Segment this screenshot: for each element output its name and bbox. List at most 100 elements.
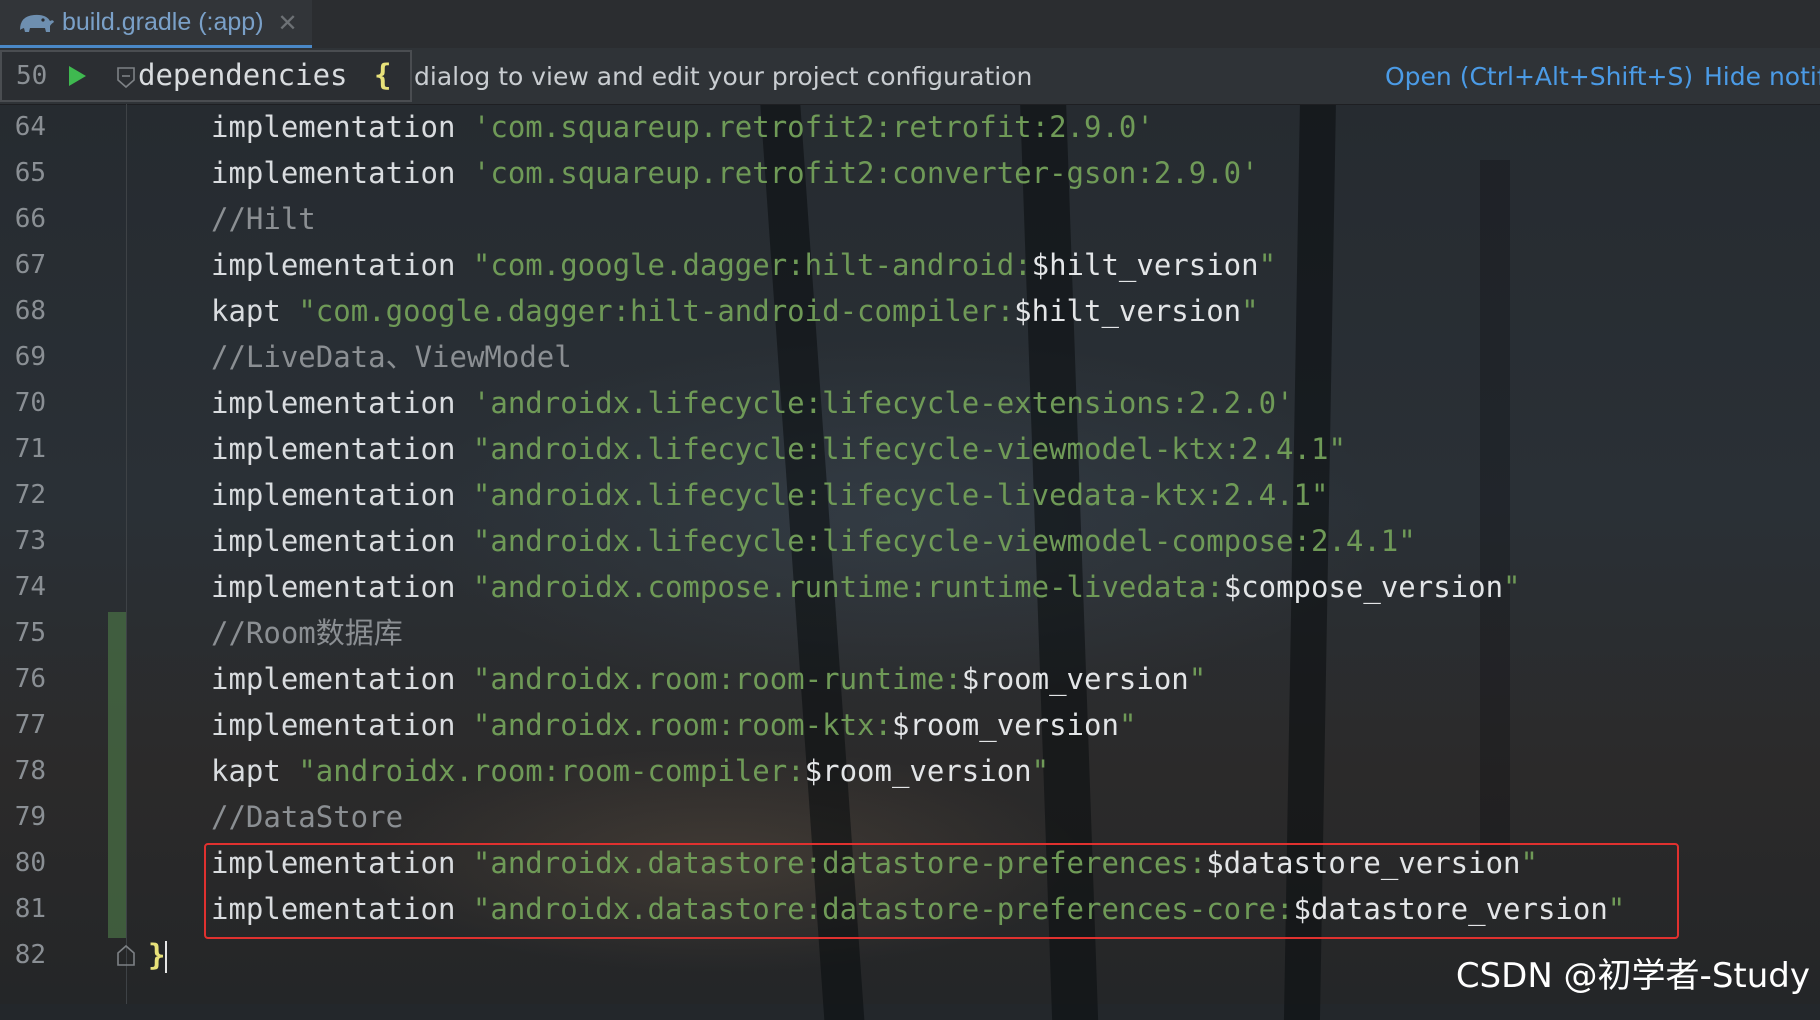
- version-variable: $hilt_version: [1014, 294, 1242, 328]
- hide-notification-link[interactable]: Hide notif: [1704, 62, 1820, 91]
- dependency-keyword: kapt: [211, 294, 281, 328]
- code-text: kapt "androidx.room:room-compiler:$room_…: [211, 748, 1049, 794]
- code-line[interactable]: 64 implementation 'com.squareup.retrofit2…: [0, 104, 1820, 150]
- code-line[interactable]: 75 //Room数据库: [0, 610, 1820, 656]
- line-number: 66: [14, 204, 46, 234]
- version-variable: $room_version: [961, 662, 1189, 696]
- quote-open: ': [472, 386, 491, 420]
- dependency-string: androidx.room:room-ktx:: [490, 708, 892, 742]
- quote-close: ": [1241, 294, 1259, 328]
- code-line[interactable]: 72 implementation "androidx.lifecycle:lif…: [0, 472, 1820, 518]
- quote-close: ": [1258, 248, 1277, 282]
- code-line[interactable]: 68 kapt "com.google.dagger:hilt-android-c…: [0, 288, 1820, 334]
- dependency-string: androidx.lifecycle:lifecycle-viewmodel-k…: [490, 432, 1329, 466]
- line-number: 68: [14, 296, 46, 326]
- code-line[interactable]: 76 implementation "androidx.room:room-run…: [0, 656, 1820, 702]
- fold-marker-icon[interactable]: [116, 66, 136, 90]
- line-number: 78: [14, 756, 46, 786]
- code-text: //Room数据库: [211, 610, 403, 656]
- line-number: 67: [14, 250, 46, 280]
- close-brace: }: [148, 938, 166, 972]
- dependency-string: androidx.room:room-runtime:: [490, 662, 962, 696]
- code-comment: //Hilt: [211, 202, 316, 236]
- code-comment: //Room数据库: [211, 616, 403, 650]
- code-text: //Hilt: [211, 196, 316, 242]
- dependency-string: com.google.dagger:hilt-android:: [490, 248, 1032, 282]
- line-number: 74: [14, 572, 46, 602]
- open-project-structure-link[interactable]: Open (Ctrl+Alt+Shift+S): [1385, 62, 1693, 91]
- code-line[interactable]: 74 implementation "androidx.compose.runti…: [0, 564, 1820, 610]
- tab-build-gradle-app[interactable]: build.gradle (:app) ✕: [0, 0, 312, 48]
- code-line[interactable]: 73 implementation "androidx.lifecycle:lif…: [0, 518, 1820, 564]
- code-line[interactable]: 70 implementation 'androidx.lifecycle:lif…: [0, 380, 1820, 426]
- quote-close: ': [1241, 156, 1259, 190]
- code-text: implementation 'com.squareup.retrofit2:c…: [211, 150, 1259, 196]
- line-number: 79: [14, 802, 46, 832]
- line-number: 81: [14, 894, 46, 924]
- code-line[interactable]: 69 //LiveData、ViewModel: [0, 334, 1820, 380]
- code-text: //LiveData、ViewModel: [211, 334, 572, 380]
- dependency-string: androidx.lifecycle:lifecycle-extensions:…: [490, 386, 1277, 420]
- code-line[interactable]: 71 implementation "androidx.lifecycle:lif…: [0, 426, 1820, 472]
- code-text: }: [148, 932, 168, 978]
- line-number: 72: [14, 480, 46, 510]
- quote-open: ": [298, 294, 316, 328]
- code-line[interactable]: 67 implementation " com.google.dagger:hilt…: [0, 242, 1820, 288]
- version-variable: $hilt_version: [1031, 248, 1259, 282]
- close-icon[interactable]: ✕: [278, 9, 298, 37]
- quote-open: ': [472, 156, 491, 190]
- dependency-string: androidx.lifecycle:lifecycle-livedata-kt…: [490, 478, 1311, 512]
- quote-open: ': [472, 110, 491, 144]
- code-line[interactable]: 78 kapt "androidx.room:room-compiler:$roo…: [0, 748, 1820, 794]
- code-line[interactable]: 77 implementation "androidx.room:room-ktx…: [0, 702, 1820, 748]
- csdn-watermark: CSDN @初学者-Study: [1455, 956, 1810, 996]
- code-text: //DataStore: [211, 794, 403, 840]
- line-number: 75: [14, 618, 46, 648]
- line-number: 64: [14, 112, 46, 142]
- line-number: 77: [14, 710, 46, 740]
- line-number: 73: [14, 526, 46, 556]
- dependency-keyword: implementation: [211, 478, 456, 512]
- dependency-keyword: implementation: [211, 386, 456, 420]
- quote-close: ': [1276, 386, 1294, 420]
- editor-tab-bar: build.gradle (:app) ✕: [0, 0, 1820, 49]
- quote-close: ": [1188, 662, 1207, 696]
- code-text: implementation "androidx.room:room-ktx:$…: [211, 702, 1136, 748]
- code-text: implementation "androidx.room:room-runti…: [211, 656, 1206, 702]
- line-number: 50: [16, 61, 48, 91]
- dependency-string: com.squareup.retrofit2:retrofit:2.9.0: [490, 110, 1137, 144]
- dependency-keyword: implementation: [211, 248, 456, 282]
- code-line[interactable]: 66 //Hilt: [0, 196, 1820, 242]
- fold-marker-icon[interactable]: [116, 943, 136, 967]
- dependency-string: com.google.dagger:hilt-android-compiler:: [315, 294, 1015, 328]
- code-text: implementation 'com.squareup.retrofit2:r…: [211, 104, 1154, 150]
- dependency-keyword: implementation: [211, 708, 456, 742]
- quote-open: ": [472, 432, 491, 466]
- quote-open: ": [472, 524, 491, 558]
- red-annotation-box: [204, 843, 1679, 939]
- code-text: implementation 'androidx.lifecycle:lifec…: [211, 380, 1294, 426]
- quote-close: ": [1310, 478, 1329, 512]
- code-comment: //DataStore: [211, 800, 404, 834]
- version-variable: $room_version: [804, 754, 1032, 788]
- quote-open: ": [472, 662, 491, 696]
- code-comment: //LiveData、ViewModel: [211, 340, 572, 374]
- version-variable: $room_version: [891, 708, 1119, 742]
- code-line[interactable]: 65 implementation 'com.squareup.retrofit2…: [0, 150, 1820, 196]
- sticky-scope-line[interactable]: 50 dependencies {: [0, 50, 412, 102]
- code-text: implementation "androidx.compose.runtime…: [211, 564, 1521, 610]
- tab-label: build.gradle (:app): [62, 8, 264, 36]
- dependency-string: androidx.compose.runtime:runtime-livedat…: [490, 570, 1224, 604]
- quote-open: ": [472, 570, 491, 604]
- quote-close: ": [1398, 524, 1416, 558]
- version-variable: $compose_version: [1223, 570, 1504, 604]
- code-line[interactable]: 79 //DataStore: [0, 794, 1820, 840]
- dependencies-keyword: dependencies: [138, 58, 348, 92]
- run-gutter-icon[interactable]: [66, 64, 88, 88]
- code-text: implementation "androidx.lifecycle:lifec…: [211, 518, 1416, 564]
- dependency-keyword: implementation: [211, 570, 456, 604]
- quote-close: ': [1136, 110, 1154, 144]
- line-number: 70: [14, 388, 46, 418]
- quote-close: ": [1031, 754, 1050, 788]
- dependency-keyword: implementation: [211, 156, 456, 190]
